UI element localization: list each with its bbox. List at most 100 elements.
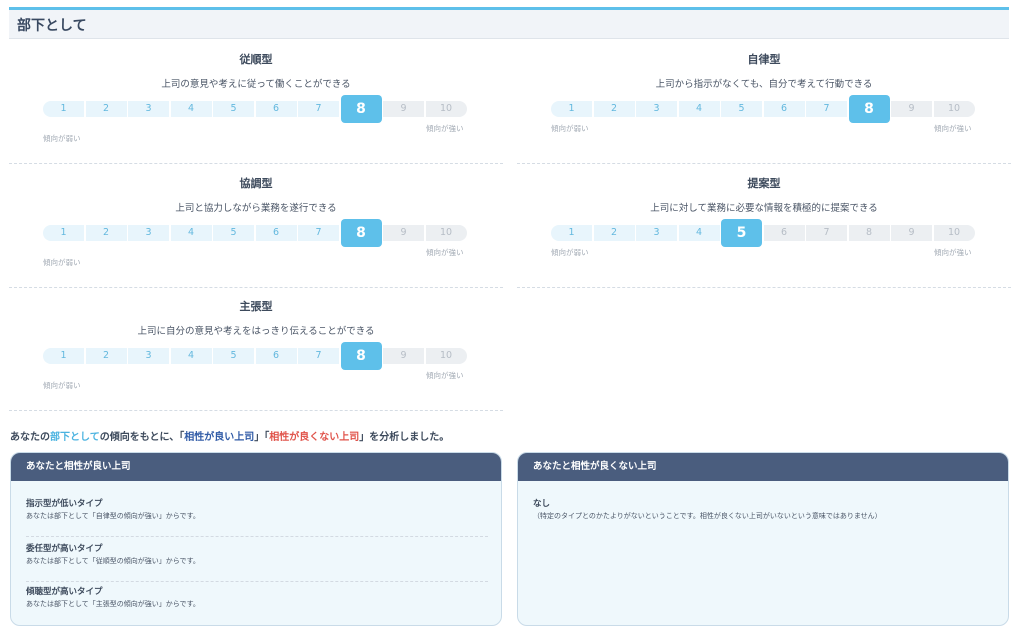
list-item: 指示型が低いタイプ あなたは部下として「自律型の傾向が強い」からです。 (26, 495, 488, 537)
score-cell: 7 (806, 225, 847, 241)
score-cell: 4 (170, 225, 212, 241)
score-cell: 6 (255, 225, 297, 241)
scale-low-label: 傾向が弱い (43, 381, 81, 390)
score-cell: 7 (298, 348, 339, 364)
score-cell: 7 (298, 225, 339, 241)
scale-high-label: 傾向が強い (426, 124, 464, 133)
list-item: 傾聴型が高いタイプ あなたは部下として「主張型の傾向が強い」からです。 (26, 583, 488, 625)
scale-low-label: 傾向が弱い (43, 258, 81, 267)
good-boss-panel: あなたと相性が良い上司 指示型が低いタイプ あなたは部下として「自律型の傾向が強… (10, 452, 502, 626)
score-cell: 9 (891, 101, 932, 117)
bad-boss-panel: あなたと相性が良くない上司 なし （特定のタイプとのかたよりがないということです… (517, 452, 1009, 626)
score-cell: 6 (763, 101, 805, 117)
trait-name: 提案型 (747, 177, 781, 190)
trait-description: 上司に自分の意見や考えをはっきり伝えることができる (137, 326, 375, 337)
trait-name: 従順型 (239, 53, 273, 66)
score-cell: 10 (425, 101, 467, 117)
score-cell: 4 (170, 348, 212, 364)
summary-prefix: あなたの (10, 432, 50, 443)
trait-description: 上司から指示がなくても、自分で考えて行動できる (655, 79, 873, 90)
score-scale: 1 2 3 4 5 6 7 8 9 10 (43, 219, 468, 247)
score-cell: 1 (43, 348, 84, 364)
score-cell: 3 (128, 348, 169, 364)
score-cell: 10 (933, 225, 975, 241)
score-cell: 10 (425, 225, 467, 241)
match-title: 指示型が低いタイプ (26, 499, 103, 509)
match-reason: （特定のタイプとのかたよりがないということです。相性が良くない上司がいないという… (533, 512, 882, 520)
summary-bad: 相性が良くない上司 (269, 432, 360, 443)
summary-middle: の傾向をもとに、「 (99, 432, 185, 443)
score-cell: 10 (425, 348, 467, 364)
score-cell: 2 (85, 101, 127, 117)
score-cell-selected: 8 (340, 342, 382, 370)
scale-high-label: 傾向が強い (426, 371, 464, 380)
score-scale: 1 2 3 4 5 6 7 8 9 10 (551, 219, 976, 247)
score-cell: 9 (383, 101, 424, 117)
score-cell: 9 (383, 348, 424, 364)
match-title: 傾聴型が高いタイプ (26, 587, 103, 597)
score-cell: 2 (593, 101, 635, 117)
score-cell: 5 (721, 101, 762, 117)
bad-boss-panel-title: あなたと相性が良くない上司 (518, 453, 1008, 481)
match-title: なし (533, 499, 551, 509)
scale-high-label: 傾向が強い (426, 248, 464, 257)
score-cell: 2 (85, 348, 127, 364)
summary-suffix: 」を分析しました。 (359, 432, 450, 443)
trait-description: 上司に対して業務に必要な情報を積極的に提案できる (650, 203, 878, 214)
score-cell: 3 (636, 225, 677, 241)
summary-good: 相性が良い上司 (184, 432, 255, 443)
score-cell: 7 (806, 101, 847, 117)
scale-low-label: 傾向が弱い (551, 124, 589, 133)
summary-sep: 」「 (254, 432, 270, 443)
trait-description: 上司の意見や考えに従って働くことができる (161, 79, 351, 90)
score-cell-selected: 5 (721, 219, 762, 247)
score-cell: 3 (128, 225, 169, 241)
score-cell-selected: 8 (340, 219, 382, 247)
score-scale: 1 2 3 4 5 6 7 8 9 10 (43, 342, 468, 370)
summary-role: 部下として (50, 432, 100, 443)
trait-block-obedient: 従順型 上司の意見や考えに従って働くことができる 1 2 3 4 5 6 7 8 9 10 傾向が… (9, 40, 503, 164)
score-scale: 1 2 3 4 5 6 7 8 9 10 (551, 95, 976, 123)
score-cell: 6 (255, 348, 297, 364)
trait-description: 上司と協力しながら業務を遂行できる (175, 203, 337, 214)
score-cell: 1 (551, 225, 592, 241)
score-cell: 8 (848, 225, 890, 241)
score-cell: 3 (636, 101, 677, 117)
score-cell: 10 (933, 101, 975, 117)
list-item: 委任型が高いタイプ あなたは部下として「従順型の傾向が強い」からです。 (26, 540, 488, 582)
trait-block-proposing: 提案型 上司に対して業務に必要な情報を積極的に提案できる 1 2 3 4 5 6 7 8 9 10… (517, 164, 1011, 288)
score-cell-selected: 8 (848, 95, 890, 123)
scale-low-label: 傾向が弱い (551, 248, 589, 257)
score-cell: 1 (43, 225, 84, 241)
section-header: 部下として (9, 7, 1009, 39)
scale-low-label: 傾向が弱い (43, 134, 81, 143)
trait-block-autonomous: 自律型 上司から指示がなくても、自分で考えて行動できる 1 2 3 4 5 6 7 8 9 10 … (517, 40, 1011, 164)
section-title: 部下として (17, 18, 87, 34)
score-cell: 1 (551, 101, 592, 117)
trait-block-cooperative: 協調型 上司と協力しながら業務を遂行できる 1 2 3 4 5 6 7 8 9 10 傾向が弱い … (9, 164, 503, 288)
good-boss-panel-title: あなたと相性が良い上司 (11, 453, 501, 481)
score-cell: 6 (255, 101, 297, 117)
score-cell: 5 (213, 348, 254, 364)
trait-name: 自律型 (747, 53, 781, 66)
score-cell: 2 (85, 225, 127, 241)
score-cell: 4 (678, 101, 720, 117)
score-scale: 1 2 3 4 5 6 7 8 9 10 (43, 95, 468, 123)
score-cell: 9 (383, 225, 424, 241)
score-cell: 2 (593, 225, 635, 241)
score-cell: 1 (43, 101, 84, 117)
analysis-summary: あなたの部下としての傾向をもとに、「相性が良い上司」「相性が良くない上司」を分析… (10, 428, 449, 443)
match-reason: あなたは部下として「主張型の傾向が強い」からです。 (26, 600, 200, 608)
score-cell: 9 (891, 225, 932, 241)
score-cell: 6 (763, 225, 805, 241)
score-cell: 5 (213, 101, 254, 117)
scale-high-label: 傾向が強い (934, 124, 972, 133)
score-cell: 4 (678, 225, 720, 241)
match-title: 委任型が高いタイプ (26, 544, 103, 554)
trait-block-assertive: 主張型 上司に自分の意見や考えをはっきり伝えることができる 1234567891… (9, 287, 503, 411)
score-cell-selected: 8 (340, 95, 382, 123)
trait-name: 協調型 (239, 177, 273, 190)
scale-high-label: 傾向が強い (934, 248, 972, 257)
score-cell: 3 (128, 101, 169, 117)
list-item: なし （特定のタイプとのかたよりがないということです。相性が良くない上司がいない… (533, 495, 995, 537)
